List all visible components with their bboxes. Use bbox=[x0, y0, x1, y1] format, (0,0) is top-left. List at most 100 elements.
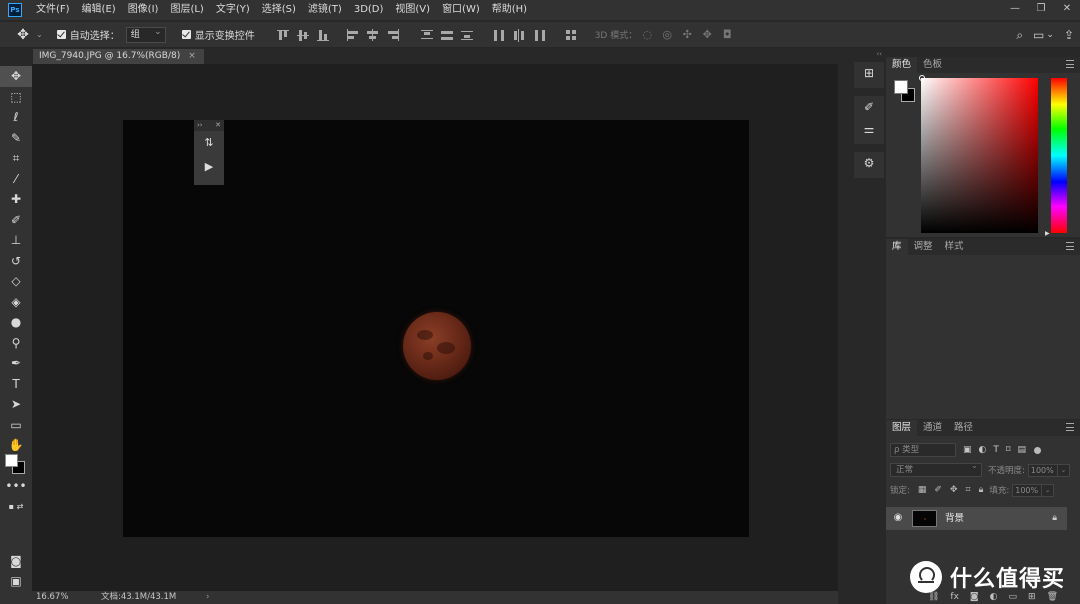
lock-artboard-icon[interactable]: ⌗ bbox=[965, 485, 970, 495]
align-hcenter-icon[interactable] bbox=[364, 27, 382, 43]
marquee-tool-icon[interactable]: ⬚ bbox=[0, 87, 32, 108]
menu-layer[interactable]: 图层(L) bbox=[164, 0, 209, 20]
paint-bucket-tool-icon[interactable]: ◈ bbox=[0, 292, 32, 313]
screen-mode-icon[interactable]: ▣ bbox=[0, 571, 32, 592]
move-icon[interactable]: ✥ bbox=[12, 24, 34, 46]
filter-smart-object-icon[interactable]: ▤ bbox=[1018, 445, 1027, 455]
hue-slider-handle[interactable]: ▶ bbox=[1045, 230, 1050, 237]
menu-filter[interactable]: 滤镜(T) bbox=[302, 0, 348, 20]
chevron-down-icon[interactable]: ⌄ bbox=[36, 30, 43, 39]
menu-edit[interactable]: 编辑(E) bbox=[76, 0, 122, 20]
distribute-left-icon[interactable] bbox=[490, 27, 508, 43]
history-states-icon[interactable]: ⇅ bbox=[194, 131, 224, 155]
drag-3d-icon[interactable]: ✣ bbox=[677, 28, 697, 41]
tab-channels[interactable]: 通道 bbox=[917, 420, 948, 436]
auto-select-dropdown[interactable]: 组 bbox=[125, 25, 166, 43]
collapse-icon[interactable]: ›› bbox=[197, 120, 203, 131]
saturation-brightness-picker[interactable] bbox=[921, 78, 1038, 233]
eyedropper-tool-icon[interactable]: ⁄ bbox=[0, 169, 32, 190]
chevron-down-icon[interactable]: ⌄ bbox=[1042, 483, 1055, 497]
close-window-button[interactable]: ✕ bbox=[1054, 0, 1080, 20]
panel-menu-icon[interactable] bbox=[1066, 242, 1074, 250]
quick-mask-icon[interactable]: ◙ bbox=[0, 551, 32, 572]
filter-pixel-icon[interactable]: ▣ bbox=[963, 445, 972, 455]
tab-adjustments[interactable]: 调整 bbox=[908, 239, 939, 255]
lock-all-icon[interactable]: 🔒︎ bbox=[979, 485, 984, 495]
color-panel-foreground[interactable] bbox=[894, 80, 908, 94]
align-bottom-icon[interactable] bbox=[314, 27, 332, 43]
close-tab-icon[interactable]: × bbox=[188, 51, 196, 61]
lock-transparent-icon[interactable]: ▦ bbox=[918, 485, 927, 495]
menu-file[interactable]: 文件(F) bbox=[30, 0, 76, 20]
layer-row[interactable]: ◉ 背景 🔒︎ bbox=[886, 507, 1067, 530]
swap-colors-icon[interactable]: ▪ ⇄ bbox=[0, 497, 32, 513]
tab-layers[interactable]: 图层 bbox=[886, 420, 918, 436]
distribute-top-icon[interactable] bbox=[418, 27, 436, 43]
tab-libraries[interactable]: 库 bbox=[886, 239, 908, 255]
distribute-hcenter-icon[interactable] bbox=[510, 27, 528, 43]
tab-paths[interactable]: 路径 bbox=[948, 420, 979, 436]
foreground-color-swatch[interactable] bbox=[5, 454, 18, 467]
path-select-tool-icon[interactable]: ➤ bbox=[0, 394, 32, 415]
tab-color[interactable]: 颜色 bbox=[886, 57, 918, 73]
slide-3d-icon[interactable]: ✥ bbox=[697, 28, 717, 41]
chevron-down-icon[interactable]: ⌄ bbox=[1057, 463, 1070, 477]
chevron-down-icon[interactable]: ⌄ bbox=[1046, 30, 1054, 40]
brush-settings-icon[interactable]: ⚌ bbox=[854, 118, 884, 140]
minimize-button[interactable]: — bbox=[1002, 0, 1028, 20]
roll-3d-icon[interactable]: ◎ bbox=[657, 28, 677, 41]
eraser-tool-icon[interactable]: ◇ bbox=[0, 271, 32, 292]
distribute-bottom-icon[interactable] bbox=[458, 27, 476, 43]
menu-help[interactable]: 帮助(H) bbox=[486, 0, 533, 20]
menu-type[interactable]: 文字(Y) bbox=[210, 0, 256, 20]
stamp-tool-icon[interactable]: ⊥ bbox=[0, 230, 32, 251]
auto-select-checkbox[interactable] bbox=[56, 30, 66, 39]
panel-menu-icon[interactable] bbox=[1066, 423, 1074, 431]
dodge-tool-icon[interactable]: ⚲ bbox=[0, 333, 32, 354]
blur-tool-icon[interactable]: ● bbox=[0, 312, 32, 333]
tab-swatches[interactable]: 色板 bbox=[917, 57, 948, 73]
document-tab[interactable]: IMG_7940.JPG @ 16.7%(RGB/8) × bbox=[33, 49, 204, 64]
play-icon[interactable]: ▶ bbox=[194, 155, 224, 179]
status-menu-arrow[interactable]: › bbox=[206, 591, 209, 604]
filter-shape-icon[interactable]: ⌑ bbox=[1006, 445, 1011, 455]
align-vcenter-icon[interactable] bbox=[294, 27, 312, 43]
panel-menu-icon[interactable] bbox=[1066, 60, 1074, 68]
layer-name[interactable]: 背景 bbox=[945, 507, 964, 530]
align-right-icon[interactable] bbox=[384, 27, 402, 43]
menu-view[interactable]: 视图(V) bbox=[389, 0, 436, 20]
type-tool-icon[interactable]: T bbox=[0, 374, 32, 395]
picker-cursor[interactable] bbox=[919, 75, 925, 81]
rectangle-tool-icon[interactable]: ▭ bbox=[0, 415, 32, 436]
fill-input[interactable]: 100% bbox=[1012, 483, 1043, 497]
show-transform-checkbox[interactable] bbox=[181, 30, 191, 39]
history-brush-tool-icon[interactable]: ↺ bbox=[0, 251, 32, 272]
dock-collapse-icon[interactable]: ‹‹ bbox=[842, 50, 882, 59]
filter-type-icon[interactable]: T bbox=[993, 445, 999, 455]
quick-select-tool-icon[interactable]: ✎ bbox=[0, 128, 32, 149]
lock-icon[interactable]: 🔒︎ bbox=[1052, 507, 1057, 530]
menu-image[interactable]: 图像(I) bbox=[122, 0, 165, 20]
workspace-icon[interactable]: ▭ bbox=[1033, 28, 1044, 42]
crop-tool-icon[interactable]: ⌗ bbox=[0, 148, 32, 169]
brush-tool-icon[interactable]: ✐ bbox=[0, 210, 32, 231]
restore-button[interactable]: ❐ bbox=[1028, 0, 1054, 20]
adjustments-panel-icon[interactable]: ⚙ bbox=[854, 152, 884, 174]
distribute-right-icon[interactable] bbox=[530, 27, 548, 43]
align-left-icon[interactable] bbox=[344, 27, 362, 43]
close-icon[interactable]: ✕ bbox=[215, 120, 221, 131]
lock-pixels-icon[interactable]: ✐ bbox=[934, 485, 942, 495]
zoom-level[interactable]: 16.67% bbox=[36, 591, 68, 604]
tab-styles[interactable]: 样式 bbox=[939, 239, 970, 255]
menu-window[interactable]: 窗口(W) bbox=[436, 0, 486, 20]
healing-brush-tool-icon[interactable]: ✚ bbox=[0, 189, 32, 210]
distribute-vcenter-icon[interactable] bbox=[438, 27, 456, 43]
scale-3d-icon[interactable]: ◘ bbox=[717, 28, 737, 41]
share-icon[interactable]: ⇪ bbox=[1064, 28, 1074, 42]
auto-align-icon[interactable] bbox=[562, 27, 580, 43]
photoshop-logo[interactable]: Ps bbox=[8, 3, 22, 17]
menu-select[interactable]: 选择(S) bbox=[256, 0, 302, 20]
search-icon[interactable]: ⌕ bbox=[1016, 28, 1023, 43]
opacity-input[interactable]: 100% bbox=[1027, 463, 1058, 477]
lock-position-icon[interactable]: ✥ bbox=[950, 485, 958, 495]
